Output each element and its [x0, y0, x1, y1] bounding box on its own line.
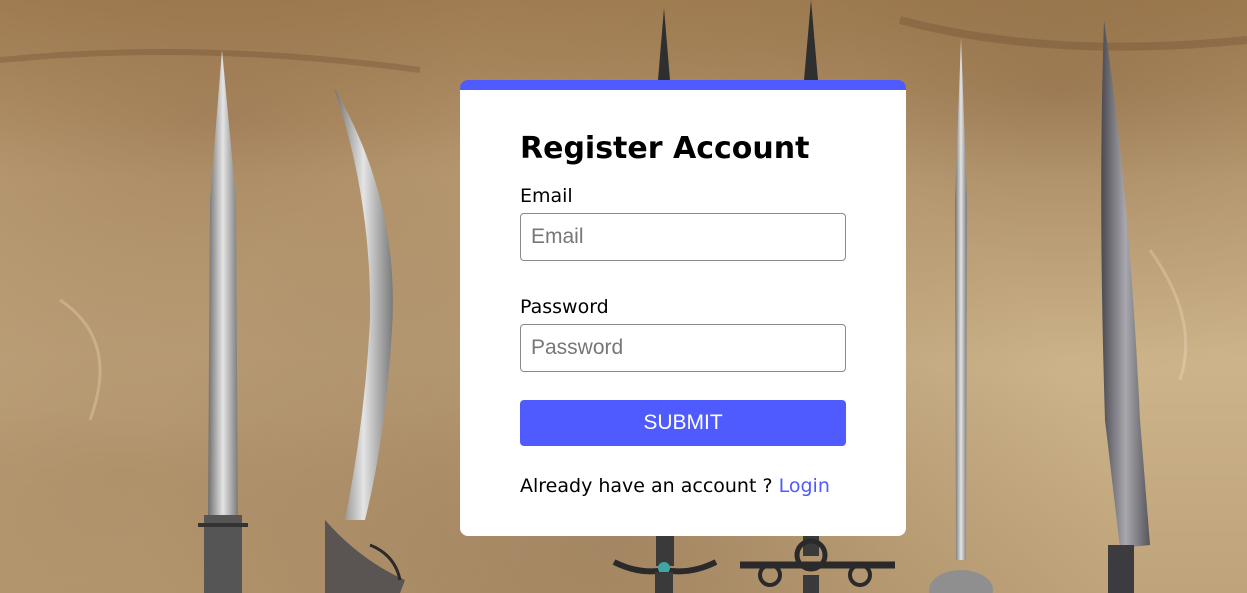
email-label: Email — [520, 185, 573, 207]
page-title: Register Account — [520, 131, 810, 166]
login-prompt: Already have an account ? Login — [520, 474, 846, 498]
login-link[interactable]: Login — [779, 475, 830, 497]
field-spacer — [520, 261, 846, 295]
submit-button[interactable]: SUBMIT — [520, 400, 846, 446]
login-prompt-text: Already have an account ? — [520, 475, 773, 497]
password-input[interactable] — [520, 324, 846, 372]
password-label: Password — [520, 296, 609, 318]
email-input[interactable] — [520, 213, 846, 261]
register-card: Register Account Email Password SUBMIT A… — [460, 80, 906, 536]
